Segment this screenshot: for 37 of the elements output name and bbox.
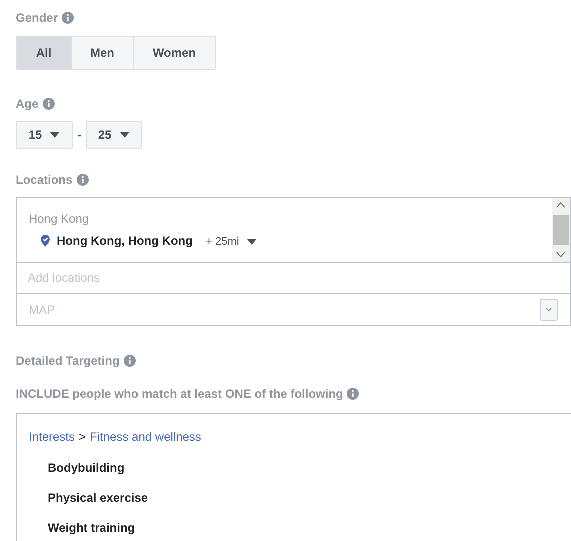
targeting-item: Bodybuilding (48, 461, 125, 475)
section-label: INCLUDE people who match at least ONE of the following (16, 386, 344, 403)
breadcrumb-link[interactable]: Fitness and wellness (90, 428, 202, 446)
section-label: Detailed Targeting (16, 353, 120, 370)
map-dropdown[interactable] (540, 298, 558, 320)
caret-icon (120, 132, 130, 138)
map-label: MAP (29, 302, 56, 318)
info-icon[interactable] (124, 355, 136, 367)
section-label: Locations (16, 172, 73, 189)
location-search-field[interactable]: Add locations (17, 263, 570, 294)
info-icon[interactable] (76, 174, 89, 186)
location-pin-icon (41, 235, 50, 247)
location-name: Hong Kong, Hong Kong (57, 233, 193, 250)
info-icon[interactable] (42, 98, 55, 110)
location-group: Hong Kong (29, 198, 550, 232)
targeting-item: Physical exercise (48, 491, 148, 505)
section-label: Gender (16, 10, 58, 27)
chevron-icon (546, 308, 552, 312)
scrollbar[interactable] (552, 198, 570, 262)
gender-tab[interactable]: Men (71, 36, 134, 70)
breadcrumb-separator: > (79, 429, 86, 446)
section-label: Age (16, 96, 39, 113)
scrollbar-thumb[interactable] (553, 215, 569, 245)
targeting-item: Weight training (48, 521, 136, 535)
range-separator: - (76, 127, 82, 144)
scroll-up-icon[interactable] (556, 202, 566, 208)
age-dropdown[interactable]: 25 (86, 121, 142, 149)
caret-icon (247, 239, 258, 245)
info-icon[interactable] (347, 388, 360, 400)
breadcrumb-link[interactable]: Interests (29, 428, 76, 446)
info-icon[interactable] (62, 12, 74, 24)
scroll-down-icon[interactable] (556, 252, 566, 258)
gender-tab[interactable]: All (16, 36, 72, 70)
gender-tab[interactable]: Women (133, 36, 216, 70)
age-dropdown[interactable]: 15 (16, 121, 73, 149)
caret-icon (50, 132, 60, 138)
radius-dropdown[interactable]: + 25mi (206, 232, 258, 250)
